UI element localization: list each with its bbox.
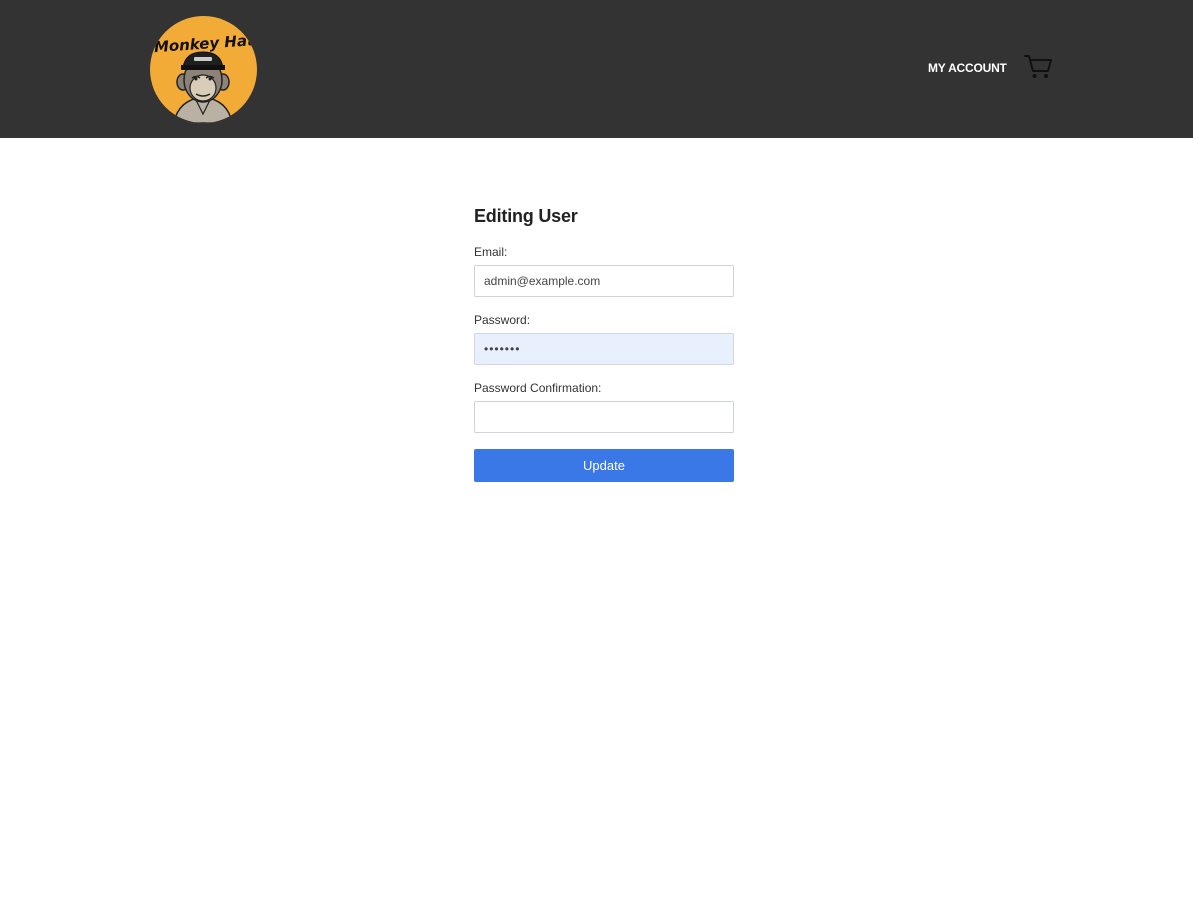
password-confirmation-field[interactable] (474, 401, 734, 433)
cart-icon (1024, 55, 1052, 78)
email-field[interactable] (474, 265, 734, 297)
monkey-logo-icon: Monkey Hats (153, 31, 257, 123)
site-header: Monkey Hats MY ACCOUNT (0, 0, 1193, 138)
edit-user-form: Editing User Email: Password: Password C… (474, 204, 734, 482)
password-label: Password: (474, 313, 531, 327)
password-confirmation-label: Password Confirmation: (474, 381, 602, 395)
my-account-link[interactable]: MY ACCOUNT (928, 61, 1007, 75)
site-logo[interactable]: Monkey Hats (150, 16, 257, 123)
update-button[interactable]: Update (474, 449, 734, 482)
shopping-cart-icon[interactable] (1023, 53, 1053, 81)
password-field[interactable] (474, 333, 734, 365)
page-title: Editing User (474, 206, 578, 226)
email-label: Email: (474, 245, 508, 259)
